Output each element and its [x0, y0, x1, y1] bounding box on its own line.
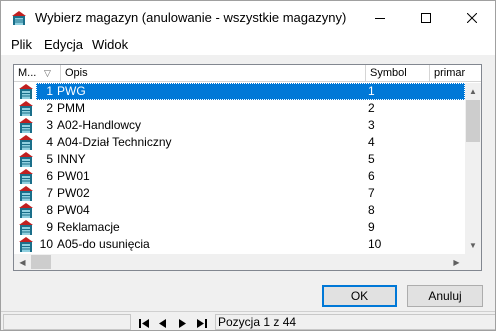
status-panel-left: [3, 314, 131, 330]
maximize-icon: [421, 13, 431, 23]
column-header-primary[interactable]: primar: [430, 65, 481, 82]
warehouse-icon: [19, 203, 33, 218]
row-number: 5: [46, 152, 53, 166]
minimize-button[interactable]: [357, 1, 403, 35]
table-row[interactable]: 5 INNY 5: [14, 151, 465, 168]
row-symbol: 10: [368, 237, 382, 251]
status-bar: Pozycja 1 z 44: [1, 311, 495, 330]
row-opis: PW02: [57, 186, 90, 200]
warehouse-icon: [19, 135, 33, 150]
warehouse-icon: [19, 152, 33, 167]
previous-record-icon[interactable]: [156, 317, 170, 330]
warehouse-icon: [19, 84, 33, 99]
table-row[interactable]: 4 A04-Dział Techniczny 4: [14, 134, 465, 151]
scroll-down-icon[interactable]: ▼: [465, 237, 481, 254]
row-opis: PW04: [57, 203, 90, 217]
cancel-button[interactable]: Anuluj: [407, 285, 483, 307]
list-header: M... ▽ Opis Symbol primar: [14, 65, 481, 82]
warehouse-icon: [19, 101, 33, 116]
column-header-symbol[interactable]: Symbol: [366, 65, 430, 82]
row-symbol: 8: [368, 203, 375, 217]
horizontal-scrollbar[interactable]: ◀ ▶: [14, 254, 465, 270]
close-button[interactable]: [449, 1, 495, 35]
row-number: 3: [46, 118, 53, 132]
warehouse-icon: [19, 169, 33, 184]
column-header-opis[interactable]: Opis: [61, 65, 366, 82]
list-rows: 1 PWG 1 2 PMM 2 3 A02-Handlowcy 3 4 A04-Dział Tech…: [14, 83, 465, 253]
row-number: 8: [46, 203, 53, 217]
table-row[interactable]: 7 PW02 7: [14, 185, 465, 202]
warehouse-icon: [19, 186, 33, 201]
menu-item-widok[interactable]: Widok: [91, 37, 129, 52]
warehouse-icon: [12, 11, 26, 25]
row-symbol: 3: [368, 118, 375, 132]
row-opis: INNY: [57, 152, 86, 166]
scroll-right-icon[interactable]: ▶: [448, 254, 465, 270]
row-number: 6: [46, 169, 53, 183]
row-symbol: 7: [368, 186, 375, 200]
row-number: 9: [46, 220, 53, 234]
dialog-window: Wybierz magazyn (anulowanie - wszystkie …: [0, 0, 496, 331]
menu-item-plik[interactable]: Plik: [10, 37, 33, 52]
row-number: 4: [46, 135, 53, 149]
row-symbol: 6: [368, 169, 375, 183]
record-position: Pozycja 1 z 44: [218, 315, 297, 329]
table-row[interactable]: 2 PMM 2: [14, 100, 465, 117]
window-title: Wybierz magazyn (anulowanie - wszystkie …: [35, 10, 347, 25]
focus-rectangle: [36, 83, 465, 100]
row-symbol: 4: [368, 135, 375, 149]
row-opis: A02-Handlowcy: [57, 118, 142, 132]
warehouse-list[interactable]: M... ▽ Opis Symbol primar 1 PWG 1 2 PMM 2 3 A02…: [13, 64, 482, 271]
scroll-left-icon[interactable]: ◀: [14, 254, 31, 270]
hscroll-thumb[interactable]: [31, 255, 51, 269]
row-opis: PW01: [57, 169, 90, 183]
last-record-icon[interactable]: [195, 317, 209, 330]
row-number: 7: [46, 186, 53, 200]
close-icon: [467, 13, 477, 23]
table-row[interactable]: 3 A02-Handlowcy 3: [14, 117, 465, 134]
warehouse-icon: [19, 118, 33, 133]
table-row[interactable]: 8 PW04 8: [14, 202, 465, 219]
ok-button[interactable]: OK: [322, 285, 397, 307]
row-symbol: 2: [368, 101, 375, 115]
row-number: 10: [39, 237, 53, 251]
vertical-scrollbar[interactable]: ▲ ▼: [465, 83, 481, 254]
warehouse-icon: [19, 220, 33, 235]
scroll-up-icon[interactable]: ▲: [465, 83, 481, 100]
maximize-button[interactable]: [403, 1, 449, 35]
menu-item-edycja[interactable]: Edycja: [43, 37, 84, 52]
sort-arrow-icon: ▽: [44, 68, 51, 78]
table-row[interactable]: 10 A05-do usunięcia 10: [14, 236, 465, 253]
table-row[interactable]: 6 PW01 6: [14, 168, 465, 185]
scroll-thumb[interactable]: [466, 100, 480, 142]
row-number: 2: [46, 101, 53, 115]
column-header-m[interactable]: M... ▽: [14, 65, 61, 82]
table-row[interactable]: 1 PWG 1: [14, 83, 465, 100]
warehouse-icon: [19, 237, 33, 252]
next-record-icon[interactable]: [175, 317, 189, 330]
status-panel-nav: [132, 314, 214, 330]
row-symbol: 5: [368, 152, 375, 166]
menu-bar: Plik Edycja Widok: [1, 35, 495, 55]
row-opis: A05-do usunięcia: [57, 237, 150, 251]
row-opis: A04-Dział Techniczny: [57, 135, 172, 149]
table-row[interactable]: 9 Reklamacje 9: [14, 219, 465, 236]
row-opis: PMM: [57, 101, 85, 115]
title-bar[interactable]: Wybierz magazyn (anulowanie - wszystkie …: [1, 1, 495, 35]
row-symbol: 9: [368, 220, 375, 234]
scrollbar-corner: [465, 254, 481, 270]
first-record-icon[interactable]: [137, 317, 151, 330]
row-opis: Reklamacje: [57, 220, 120, 234]
minimize-icon: [375, 18, 385, 19]
